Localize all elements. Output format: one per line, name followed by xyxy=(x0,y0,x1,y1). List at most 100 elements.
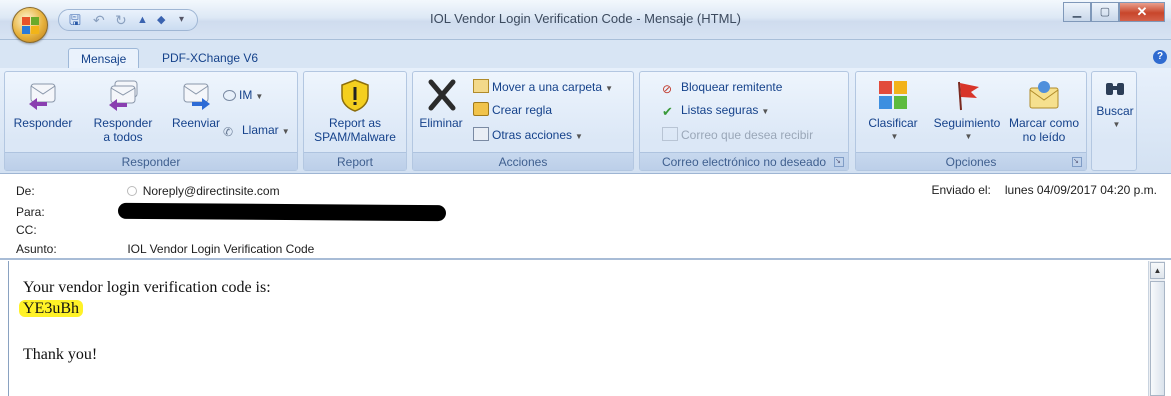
group-label-report: Report xyxy=(304,152,406,170)
follow-up-button[interactable]: Seguimiento ▼ xyxy=(928,78,1006,144)
find-button[interactable]: Buscar ▼ xyxy=(1093,78,1137,132)
move-folder-icon xyxy=(473,79,489,93)
forward-button[interactable]: Reenviar xyxy=(165,78,227,130)
sent-info: Enviado el: lunes 04/09/2017 04:20 p.m. xyxy=(932,183,1158,197)
to-label: Para: xyxy=(16,205,45,219)
office-button[interactable] xyxy=(12,7,48,43)
ribbon: Responder Responder a todos Reenviar IM ▼ xyxy=(0,68,1171,174)
warning-shield-icon xyxy=(341,79,369,112)
message-header: De: Noreply@directinsite.com Para: CC: A… xyxy=(0,175,1171,261)
call-label: Llamar xyxy=(242,123,279,137)
safe-lists-label: Listas seguras xyxy=(681,103,759,117)
window-title: IOL Vendor Login Verification Code - Men… xyxy=(430,11,741,26)
delete-x-icon xyxy=(428,79,456,111)
safe-lists-button[interactable]: ✔ Listas seguras ▼ xyxy=(662,101,769,119)
binoculars-icon xyxy=(1106,83,1124,95)
junk-dialog-launcher-icon[interactable]: ↘ xyxy=(834,157,844,167)
to-row: Para: xyxy=(16,204,124,221)
create-rule-label: Crear regla xyxy=(492,103,553,117)
categorize-label: Clasificar xyxy=(868,116,918,130)
group-opciones: Clasificar ▼ Seguimiento ▼ Marcar como n… xyxy=(855,71,1087,171)
sent-value: lunes 04/09/2017 04:20 p.m. xyxy=(1004,183,1157,197)
reply-icon xyxy=(29,83,56,110)
block-sender-button[interactable]: ⊘ Bloquear remitente xyxy=(662,78,782,96)
create-rule-button[interactable]: Crear regla xyxy=(473,101,552,119)
group-report: Report as SPAM/Malware Report xyxy=(303,71,407,171)
other-actions-button[interactable]: Otras acciones ▼ xyxy=(473,126,583,144)
group-acciones: Eliminar Mover a una carpeta ▼ Crear regl… xyxy=(412,71,634,171)
report-spam-button[interactable]: Report as SPAM/Malware xyxy=(308,78,402,144)
office-logo-icon xyxy=(22,17,40,35)
verification-code-text: YE3uBh xyxy=(19,300,83,317)
call-button[interactable]: ✆ Llamar ▼ xyxy=(223,121,290,139)
subject-value: IOL Vendor Login Verification Code xyxy=(127,242,315,256)
im-button[interactable]: IM ▼ xyxy=(223,86,263,104)
im-label: IM xyxy=(239,88,253,102)
block-sender-icon: ⊘ xyxy=(662,82,673,96)
report-label-2: SPAM/Malware xyxy=(314,130,396,144)
minimize-button[interactable]: ▁ xyxy=(1063,2,1091,22)
not-junk-icon xyxy=(662,127,678,141)
opciones-dialog-launcher-icon[interactable]: ↘ xyxy=(1072,157,1082,167)
mark-unread-label-1: Marcar como xyxy=(1008,116,1079,130)
scrollbar-thumb[interactable] xyxy=(1150,281,1165,396)
body-closing: Thank you! xyxy=(23,346,98,363)
close-button[interactable]: ✕ xyxy=(1119,2,1165,22)
tab-mensaje[interactable]: Mensaje xyxy=(68,48,140,68)
group-find: Buscar ▼ xyxy=(1091,71,1137,171)
mark-unread-label-2: no leído xyxy=(1022,130,1066,144)
move-to-folder-button[interactable]: Mover a una carpeta ▼ xyxy=(473,78,613,96)
sender-status-icon xyxy=(127,186,138,196)
group-label-responder: Responder xyxy=(5,152,297,170)
flag-icon xyxy=(958,81,979,111)
reply-all-label-2: a todos xyxy=(103,130,143,144)
categorize-icon xyxy=(879,81,907,109)
block-sender-label: Bloquear remitente xyxy=(681,80,783,94)
group-label-acciones: Acciones xyxy=(413,152,633,170)
unread-envelope-icon xyxy=(1029,81,1059,109)
categorize-button[interactable]: Clasificar ▼ xyxy=(858,78,928,144)
from-label: De: xyxy=(16,184,35,198)
im-icon xyxy=(223,90,236,101)
body-line-1: Your vendor login verification code is: xyxy=(23,279,271,296)
not-junk-button[interactable]: Correo que desea recibir xyxy=(662,126,813,144)
delete-button[interactable]: Eliminar xyxy=(415,78,467,130)
mark-unread-button[interactable]: Marcar como no leído xyxy=(1004,78,1084,144)
from-row: De: Noreply@directinsite.com xyxy=(16,183,280,200)
reply-all-label-1: Responder xyxy=(93,116,153,130)
group-label-opciones: Opciones xyxy=(856,152,1086,170)
forward-icon xyxy=(183,83,210,110)
tab-pdf-xchange[interactable]: PDF-XChange V6 xyxy=(150,48,270,68)
other-actions-icon xyxy=(473,127,489,141)
scroll-up-arrow-icon[interactable]: ▲ xyxy=(1150,262,1165,279)
group-label-junk: Correo electrónico no deseado xyxy=(640,152,848,170)
subject-row: Asunto: IOL Vendor Login Verification Co… xyxy=(16,241,314,258)
window-controls: ▁ ▢ ✕ xyxy=(1063,2,1165,24)
follow-up-dropdown-icon: ▼ xyxy=(964,132,973,141)
forward-label: Reenviar xyxy=(171,116,221,130)
delete-label: Eliminar xyxy=(419,116,463,130)
group-junk: ⊘ Bloquear remitente ✔ Listas seguras ▼ Cor… xyxy=(639,71,849,171)
from-value[interactable]: Noreply@directinsite.com xyxy=(143,184,280,198)
categorize-dropdown-icon: ▼ xyxy=(890,132,899,141)
subject-label: Asunto: xyxy=(16,242,57,256)
group-responder: Responder Responder a todos Reenviar IM ▼ xyxy=(4,71,298,171)
find-label: Buscar xyxy=(1096,104,1134,118)
follow-up-label: Seguimiento xyxy=(933,116,1001,130)
maximize-button[interactable]: ▢ xyxy=(1091,2,1119,22)
phone-icon: ✆ xyxy=(223,125,234,139)
verification-code[interactable]: YE3uBh xyxy=(19,300,83,318)
reply-all-icon xyxy=(109,80,138,111)
find-dropdown-icon: ▼ xyxy=(1112,120,1121,129)
report-label-1: Report as xyxy=(328,116,382,130)
message-body[interactable]: Your vendor login verification code is: … xyxy=(8,261,1148,396)
reply-label: Responder xyxy=(13,116,73,130)
vertical-scrollbar[interactable]: ▲ xyxy=(1148,261,1165,396)
sent-label: Enviado el: xyxy=(931,183,991,197)
reply-all-button[interactable]: Responder a todos xyxy=(83,78,163,144)
cc-row: CC: xyxy=(16,222,124,239)
move-label: Mover a una carpeta xyxy=(492,80,603,94)
help-icon[interactable]: ? xyxy=(1153,50,1167,64)
rule-icon xyxy=(473,102,489,116)
reply-button[interactable]: Responder xyxy=(9,78,77,130)
